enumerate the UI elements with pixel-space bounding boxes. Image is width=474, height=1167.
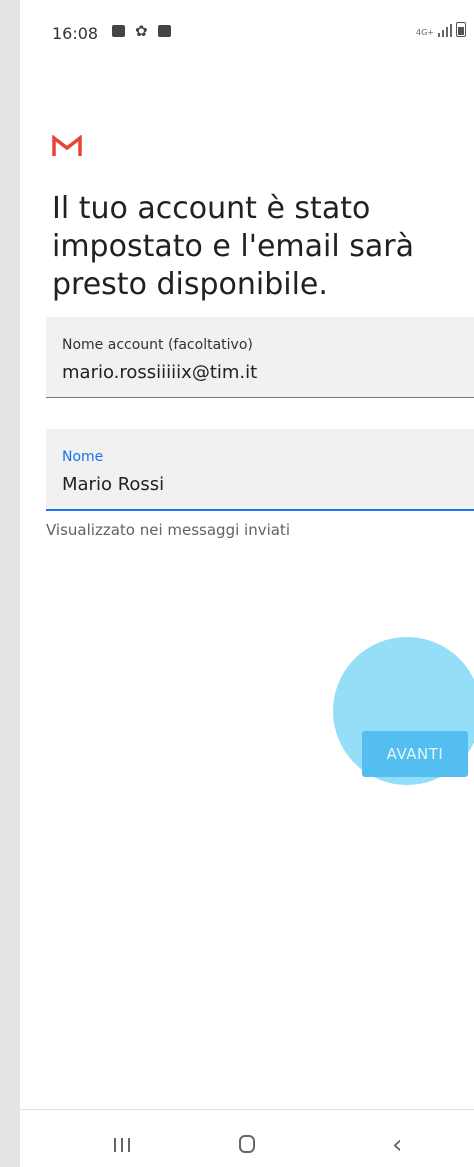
next-button[interactable]: AVANTI: [362, 731, 468, 777]
back-icon[interactable]: ‹: [392, 1132, 402, 1158]
page-title: Il tuo account è stato impostato e l'ema…: [52, 191, 414, 302]
name-label: Nome: [62, 449, 104, 465]
account-name-value[interactable]: mario.rossiiiiix@tim.it: [62, 362, 257, 383]
account-name-label: Nome account (facoltativo): [62, 337, 253, 353]
status-system-icons: 4G+: [416, 22, 466, 37]
home-icon[interactable]: [239, 1135, 255, 1153]
name-field[interactable]: Nome Mario Rossi: [46, 429, 474, 511]
check-square-icon: [157, 25, 171, 37]
navigation-bar: ‹: [20, 1109, 474, 1167]
recents-icon[interactable]: [114, 1138, 130, 1152]
status-notification-icons: ✿: [112, 22, 171, 40]
gallery-icon: [112, 25, 125, 37]
status-bar: 16:08 ✿ 4G+: [20, 0, 474, 60]
gear-icon: ✿: [135, 22, 148, 40]
phone-screen: 16:08 ✿ 4G+ Il tuo account è stato impos…: [20, 0, 474, 1167]
account-name-field[interactable]: Nome account (facoltativo) mario.rossiii…: [46, 317, 474, 398]
gmail-icon: [52, 135, 82, 156]
status-time: 16:08: [52, 24, 99, 43]
network-label: 4G+: [416, 28, 434, 37]
battery-icon: [456, 22, 466, 37]
name-helper-text: Visualizzato nei messaggi inviati: [46, 521, 290, 539]
signal-icon: [438, 23, 452, 37]
name-value[interactable]: Mario Rossi: [62, 474, 164, 495]
